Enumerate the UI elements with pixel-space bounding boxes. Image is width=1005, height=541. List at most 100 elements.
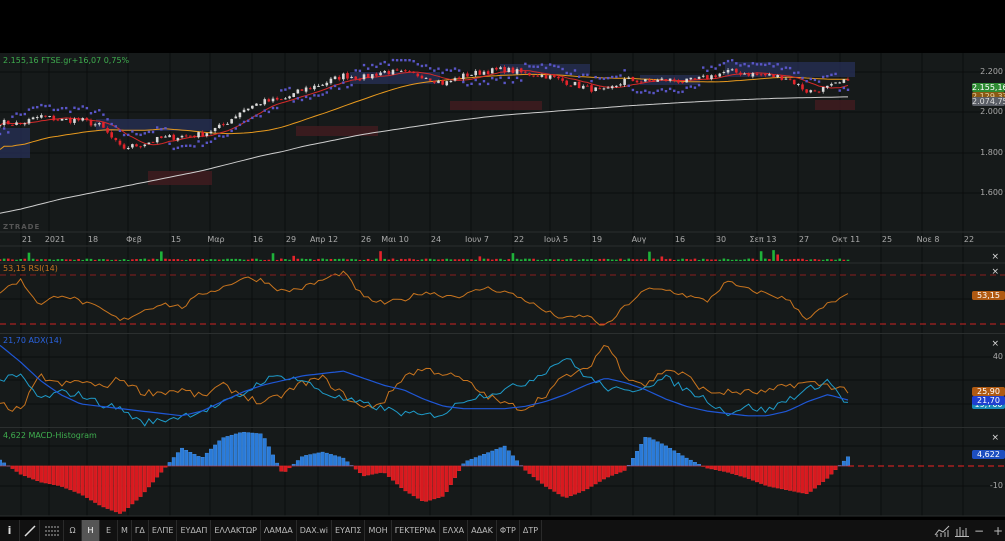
close-macd-button[interactable]: × xyxy=(991,433,999,443)
macd-bar xyxy=(742,465,747,478)
volume-bar xyxy=(577,259,581,261)
symbol-tab[interactable]: ΑΔΑΚ xyxy=(468,520,497,541)
macd-bar xyxy=(577,465,582,493)
date-tick: 26 xyxy=(360,235,372,244)
candle xyxy=(457,77,461,80)
close-rsi-button[interactable]: × xyxy=(991,267,999,277)
macd-bar xyxy=(353,465,358,470)
sar-dot xyxy=(40,103,43,107)
volume-bar xyxy=(672,259,676,261)
candle xyxy=(31,117,35,120)
pencil-icon[interactable] xyxy=(20,520,40,541)
candle xyxy=(420,75,424,79)
rsi-panel[interactable] xyxy=(0,263,1005,333)
sar-dot xyxy=(395,59,399,62)
symbol-tab[interactable]: ΔΤΡ xyxy=(520,520,543,541)
symbol-tab[interactable]: DAX.wi xyxy=(297,520,332,541)
sar-dot xyxy=(813,78,817,82)
symbol-tab[interactable]: ΕΥΔΑΠ xyxy=(177,520,212,541)
candle xyxy=(52,115,56,121)
candle xyxy=(424,77,428,79)
volume-bar xyxy=(763,258,767,261)
symbol-tab[interactable]: ΕΛΛΑΚΤΩΡ xyxy=(211,520,261,541)
candle xyxy=(370,74,374,79)
symbol-tab[interactable]: ΜΟΗ xyxy=(365,520,392,541)
info-icon[interactable]: i xyxy=(0,520,20,541)
symbol-tab[interactable]: ΦΤΡ xyxy=(497,520,520,541)
price-panel[interactable] xyxy=(0,53,1005,232)
macd-bar xyxy=(200,457,205,467)
zoom-in-icon[interactable]: + xyxy=(993,520,1003,541)
volume-bar xyxy=(251,258,254,261)
candle xyxy=(313,85,316,90)
symbol-tab[interactable]: ΓΔ xyxy=(132,520,149,541)
symbol-tab[interactable]: Ω xyxy=(64,520,82,541)
symbol-tab[interactable]: ΕΛΠΕ xyxy=(149,520,178,541)
candle xyxy=(300,89,304,91)
symbol-tab[interactable]: ΕΥΑΠΣ xyxy=(332,520,366,541)
volume-bar xyxy=(668,258,672,261)
candle xyxy=(193,135,196,137)
macd-bar xyxy=(482,454,486,467)
sar-dot xyxy=(106,118,109,121)
volume-bar xyxy=(395,259,399,261)
symbol-tab[interactable]: ΕΛΧΑ xyxy=(440,520,469,541)
volume-bar xyxy=(470,259,473,261)
symbol-tab[interactable]: ΛΑΜΔΑ xyxy=(261,520,297,541)
macd-bar xyxy=(523,465,528,471)
candle xyxy=(615,85,618,87)
macd-bar xyxy=(407,465,412,494)
candle xyxy=(478,70,482,75)
sar-dot xyxy=(36,105,39,109)
chart-canvas[interactable] xyxy=(0,0,1005,541)
bar-chart-icon[interactable] xyxy=(955,520,969,541)
lines-icon[interactable] xyxy=(40,520,64,541)
macd-badge: 4,622 xyxy=(972,450,1005,459)
sar-dot xyxy=(486,82,490,86)
volume-bar xyxy=(126,259,130,261)
sar-dot xyxy=(110,122,113,126)
symbol-tab[interactable]: Η xyxy=(82,520,100,541)
candle xyxy=(404,70,407,72)
price-tick: 2.000 xyxy=(980,107,1003,116)
close-volume-button[interactable]: × xyxy=(991,252,999,262)
sar-dot xyxy=(441,71,444,75)
sar-dot xyxy=(553,64,556,68)
macd-bar xyxy=(511,455,515,467)
sar-dot xyxy=(400,58,403,62)
toolbar: i Ω Η Ε Μ ΓΔ ΕΛΠΕ ΕΥΔΑΠ ΕΛΛΑΚΤΩΡ ΛΑΜΔΑ DAX.wi ΕΥΑΠ… xyxy=(0,520,1005,541)
macd-bar xyxy=(465,460,470,467)
macd-bar xyxy=(544,465,548,487)
adx-label: 21,70 ADX(14) xyxy=(3,336,62,345)
volume-bar xyxy=(420,259,424,261)
sar-dot xyxy=(582,73,585,76)
sar-dot xyxy=(826,75,829,78)
sar-dot xyxy=(271,106,275,110)
volume-bar xyxy=(801,258,804,261)
sar-dot xyxy=(420,64,424,68)
volume-bar xyxy=(122,259,126,261)
volume-bar xyxy=(490,259,494,261)
sar-dot xyxy=(830,73,833,76)
macd-bar xyxy=(196,456,201,467)
volume-bar xyxy=(656,259,660,261)
volume-bar xyxy=(743,259,746,261)
zoom-out-icon[interactable]: − xyxy=(974,520,984,541)
candle xyxy=(64,118,68,120)
close-adx-button[interactable]: × xyxy=(991,339,999,349)
symbol-tab[interactable]: ΓΕΚΤΕΡΝΑ xyxy=(392,520,440,541)
candle xyxy=(48,115,51,117)
sar-dot xyxy=(730,59,734,62)
volume-bar xyxy=(610,259,614,261)
candle xyxy=(69,118,72,123)
date-tick: 2021 xyxy=(44,235,66,244)
volume-bar xyxy=(93,259,97,261)
line-chart-icon[interactable] xyxy=(934,520,950,541)
candle xyxy=(569,85,573,87)
volume-bar xyxy=(275,259,279,261)
macd-bar xyxy=(308,454,313,467)
volume-bar xyxy=(370,259,374,261)
symbol-tab[interactable]: Ε xyxy=(100,520,118,541)
symbol-tab[interactable]: Μ xyxy=(118,520,132,541)
macd-bar xyxy=(250,432,255,467)
